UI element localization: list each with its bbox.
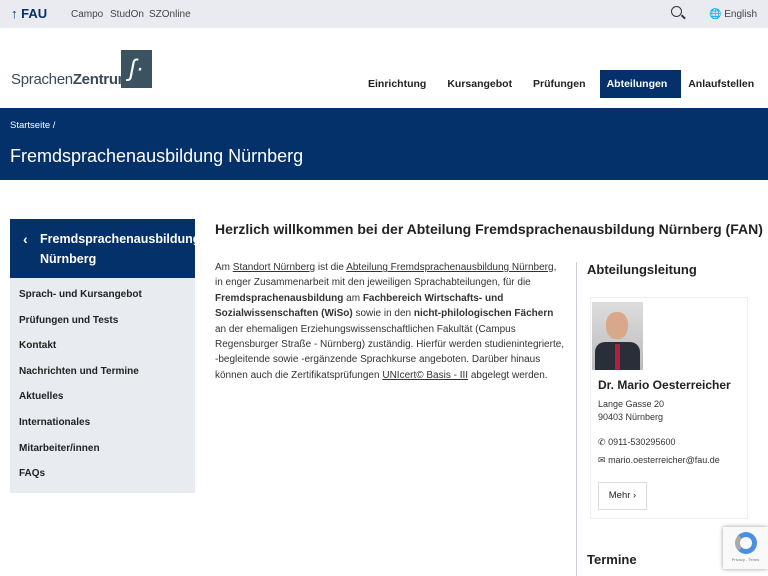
- termine-heading: Termine: [587, 552, 637, 567]
- sidebar-item-sprachangebot[interactable]: Sprach- und Kursangebot: [10, 282, 195, 308]
- chevron-left-icon: ‹: [23, 231, 28, 247]
- sidebar-item-kontakt[interactable]: Kontakt: [10, 333, 195, 359]
- logo[interactable]: SprachenZentrum ʃ·: [11, 50, 153, 90]
- language-label: English: [724, 9, 758, 20]
- standort-link[interactable]: Standort Nürnberg: [233, 262, 315, 273]
- contact-name[interactable]: Dr. Mario Oesterreicher: [598, 378, 731, 392]
- top-bar: ↑ FAU Campo StudOn SZOnline 🌐 English: [0, 0, 768, 28]
- unicert-link[interactable]: UNIcert© Basis - III: [382, 370, 468, 381]
- contact-card: Dr. Mario Oesterreicher Lange Gasse 20 90…: [590, 297, 748, 519]
- sidebar-title: Fremdsprachenausbildung Nürnberg: [40, 232, 201, 266]
- logo-text-light: Sprachen: [11, 71, 73, 88]
- szonline-link[interactable]: SZOnline: [149, 9, 191, 20]
- sidebar-item-aktuelles[interactable]: Aktuelles: [10, 384, 195, 410]
- page-header-band: Startseite / Fremdsprachenausbildung Nür…: [0, 108, 768, 180]
- city: 90403 Nürnberg: [598, 412, 664, 422]
- recaptcha-badge[interactable]: Privacy - Terms: [723, 527, 768, 569]
- sidebar-item-internationales[interactable]: Internationales: [10, 410, 195, 436]
- email-address: mario.oesterreicher@fau.de: [608, 455, 720, 465]
- sidebar: ‹ Fremdsprachenausbildung Nürnberg Sprac…: [10, 219, 200, 493]
- contact-photo: [592, 302, 643, 370]
- column-divider: [576, 262, 577, 576]
- sidebar-item-pruefungen[interactable]: Prüfungen und Tests: [10, 308, 195, 334]
- nav-einrichtung[interactable]: Einrichtung ▾: [361, 70, 440, 118]
- fau-home-link[interactable]: ↑ FAU: [11, 6, 47, 21]
- contact-address: Lange Gasse 20 90403 Nürnberg: [598, 398, 664, 424]
- text: sowie in den: [352, 308, 414, 320]
- sidebar-parent-link[interactable]: ‹ Fremdsprachenausbildung Nürnberg: [10, 219, 200, 278]
- campo-link[interactable]: Campo: [71, 9, 103, 20]
- logo-text: SprachenZentrum: [11, 71, 131, 88]
- nav-anlaufstellen[interactable]: Anlaufstellen ▾: [681, 70, 768, 118]
- text: am: [343, 292, 363, 304]
- nav-pruefungen[interactable]: Prüfungen ▾: [526, 70, 600, 118]
- abteilungsleitung-heading: Abteilungsleitung: [587, 262, 697, 277]
- bold-text: nicht-philologischen Fächern: [413, 308, 554, 320]
- welcome-heading: Herzlich willkommen bei der Abteilung Fr…: [215, 221, 763, 237]
- sidebar-item-faqs[interactable]: FAQs: [10, 461, 195, 487]
- more-button[interactable]: Mehr ›: [598, 482, 647, 510]
- recaptcha-text: Privacy - Terms: [731, 557, 760, 562]
- street: Lange Gasse 20: [598, 399, 665, 409]
- phone-number: 0911-530295600: [608, 437, 676, 447]
- nav-kursangebot[interactable]: Kursangebot ▾: [440, 70, 526, 118]
- breadcrumb-home[interactable]: Startseite /: [10, 120, 55, 131]
- contact-phone[interactable]: ✆ 0911-530295600: [598, 437, 675, 448]
- text: Am: [215, 262, 233, 273]
- text: ist die: [315, 262, 347, 273]
- nav-abteilungen[interactable]: Abteilungen ▾: [599, 70, 682, 118]
- text: abgelegt werden.: [468, 369, 548, 381]
- language-switch[interactable]: 🌐 English: [709, 9, 757, 20]
- page-title: Fremdsprachenausbildung Nürnberg: [10, 146, 304, 166]
- sidebar-item-mitarbeiter[interactable]: Mitarbeiter/innen: [10, 436, 195, 462]
- main-nav: Einrichtung ▾ Kursangebot ▾ Prüfungen ▾ …: [361, 70, 768, 118]
- abteilung-link[interactable]: Abteilung Fremdsprachenausbildung Nürnbe…: [346, 262, 553, 273]
- phone-icon: ✆: [598, 437, 606, 447]
- mail-icon: ✉: [598, 455, 606, 465]
- intro-paragraph: Am Standort Nürnberg ist die Abteilung F…: [215, 260, 565, 383]
- contact-email[interactable]: ✉ mario.oesterreicher@fau.de: [598, 455, 720, 466]
- logo-mark: ʃ·: [121, 50, 152, 88]
- bold-text: Fremdsprachenausbildung: [215, 292, 344, 304]
- search-icon[interactable]: [671, 6, 682, 17]
- sidebar-item-nachrichten[interactable]: Nachrichten und Termine: [10, 359, 195, 385]
- studon-link[interactable]: StudOn: [110, 9, 144, 20]
- recaptcha-icon: [734, 532, 757, 554]
